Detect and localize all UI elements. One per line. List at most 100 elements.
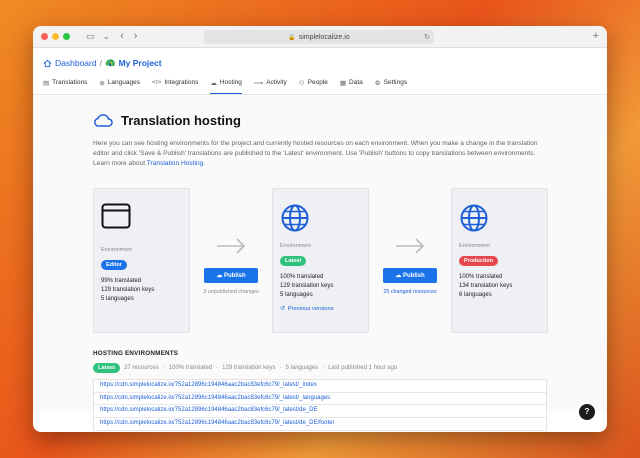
page-title-text: Translation hosting xyxy=(121,112,241,128)
languages-count: 5 languages xyxy=(285,365,319,371)
tab-label: Settings xyxy=(383,79,408,86)
status-badge: Editor xyxy=(101,260,127,270)
history-icon: ↺ xyxy=(280,306,285,312)
browser-window: ▭ ⌄ ‹ › 🔒 simplelocalize.io ↻ + Dashboar… xyxy=(33,26,607,432)
publish-latest-to-production: ☁ Publish 25 changed resources xyxy=(369,188,451,333)
tab-label: Hosting xyxy=(219,79,242,86)
people-icon: ⚇ xyxy=(298,80,305,87)
translated-percent: 100% translated xyxy=(459,274,503,280)
languages-count: 6 languages xyxy=(459,292,492,298)
unpublished-changes-note: 3 unpublished changes xyxy=(203,289,259,295)
project-emoji-icon: 🦚 xyxy=(104,57,116,68)
translated-percent: 100% translated xyxy=(280,274,324,280)
breadcrumb: Dashboard / 🦚 My Project xyxy=(43,56,597,70)
reload-icon[interactable]: ↻ xyxy=(424,33,430,41)
publish-to-production-button[interactable]: ☁ Publish xyxy=(383,268,437,283)
tab-settings[interactable]: ⚙ Settings xyxy=(375,76,407,94)
translations-icon: ▤ xyxy=(43,80,50,87)
browser-titlebar: ▭ ⌄ ‹ › 🔒 simplelocalize.io ↻ + xyxy=(33,26,607,48)
resource-url-link[interactable]: https://cdn.simplelocalize.io/752a12896c… xyxy=(94,380,546,393)
browser-window-icon xyxy=(101,203,131,229)
publish-button-label: Publish xyxy=(224,273,246,279)
translated-percent: 100% translated xyxy=(168,365,213,371)
back-icon[interactable]: ‹ xyxy=(120,31,124,42)
translation-keys-count: 134 translation keys xyxy=(459,283,513,289)
project-nav: ▤ Translations ⊕ Languages </> Integrations… xyxy=(43,76,597,94)
translation-keys-count: 129 translation keys xyxy=(101,287,155,293)
new-tab-icon[interactable]: + xyxy=(593,30,599,42)
chevron-down-icon[interactable]: ⌄ xyxy=(103,32,111,41)
tab-data[interactable]: ▦ Data xyxy=(340,76,363,94)
home-icon xyxy=(43,59,52,67)
address-bar[interactable]: 🔒 simplelocalize.io ↻ xyxy=(204,30,434,44)
code-icon: </> xyxy=(151,79,162,86)
lock-icon: 🔒 xyxy=(288,34,296,41)
close-window-button[interactable] xyxy=(41,33,48,40)
page-description: Here you can see hosting environments fo… xyxy=(93,139,549,169)
breadcrumb-dashboard-link[interactable]: Dashboard xyxy=(55,58,97,68)
resource-url-list: https://cdn.simplelocalize.io/752a12896c… xyxy=(93,379,547,431)
cloud-icon xyxy=(94,114,113,127)
main-content: Translation hosting Here you can see hos… xyxy=(33,95,607,431)
gear-icon: ⚙ xyxy=(374,80,381,87)
status-badge: Production xyxy=(459,256,499,266)
app-header: Dashboard / 🦚 My Project ▤ Translations ⊕… xyxy=(33,48,607,95)
tab-languages[interactable]: ⊕ Languages xyxy=(99,76,140,94)
languages-icon: ⊕ xyxy=(99,80,105,87)
forward-icon[interactable]: › xyxy=(134,31,138,42)
resource-url-link[interactable]: https://cdn.simplelocalize.io/752a12896c… xyxy=(94,417,546,430)
arrow-right-icon xyxy=(396,238,425,254)
description-end: . xyxy=(203,160,206,167)
breadcrumb-project-link[interactable]: My Project xyxy=(119,58,162,68)
publish-button-label: Publish xyxy=(403,273,425,279)
hosting-docs-link[interactable]: Translation Hosting xyxy=(147,160,204,167)
resource-url-link[interactable]: https://cdn.simplelocalize.io/752a12896c… xyxy=(94,392,546,405)
environment-card-editor: Environment Editor 99% translated 129 tr… xyxy=(93,188,190,333)
address-text: simplelocalize.io xyxy=(298,33,350,41)
previous-versions-link[interactable]: ↺ Previous versions xyxy=(280,306,361,312)
separator-dot: · xyxy=(216,365,219,371)
status-badge: Latest xyxy=(93,363,121,373)
cloud-upload-icon: ☁ xyxy=(395,273,402,279)
tab-label: People xyxy=(307,79,328,86)
cloud-icon: ☁ xyxy=(210,80,217,87)
page-title: Translation hosting xyxy=(93,111,547,129)
section-heading: HOSTING ENVIRONMENTS xyxy=(93,350,179,357)
environment-label: Environment xyxy=(280,243,311,249)
sidebar-toggle-icon[interactable]: ▭ xyxy=(86,32,95,41)
arrow-right-icon xyxy=(217,238,246,254)
tab-label: Activity xyxy=(266,79,287,86)
translated-percent: 99% translated xyxy=(101,278,142,284)
maximize-window-button[interactable] xyxy=(63,33,70,40)
separator-dot: · xyxy=(322,365,325,371)
tab-integrations[interactable]: </> Integrations xyxy=(152,76,198,94)
changed-resources-link[interactable]: 25 changed resources xyxy=(369,289,451,295)
breadcrumb-separator: / xyxy=(99,58,102,68)
tab-label: Translations xyxy=(52,79,88,86)
activity-icon: ⟿ xyxy=(253,80,264,87)
tab-label: Data xyxy=(349,79,363,86)
separator-dot: · xyxy=(279,365,282,371)
status-badge: Latest xyxy=(280,256,307,266)
publish-to-latest-button[interactable]: ☁ Publish xyxy=(204,268,258,283)
hosting-environments-section: HOSTING ENVIRONMENTS Latest 37 resources… xyxy=(93,350,547,431)
environment-label: Environment xyxy=(459,243,490,249)
resources-count: 37 resources xyxy=(124,365,159,371)
languages-count: 5 languages xyxy=(101,296,134,302)
tab-hosting[interactable]: ☁ Hosting xyxy=(210,76,242,94)
translation-keys-count: 129 translation keys xyxy=(222,365,276,371)
tab-people[interactable]: ⚇ People xyxy=(299,76,328,94)
resource-url-link[interactable]: https://cdn.simplelocalize.io/752a12896c… xyxy=(94,405,546,418)
tab-activity[interactable]: ⟿ Activity xyxy=(254,76,287,94)
tab-label: Languages xyxy=(107,79,140,86)
environment-label: Environment xyxy=(101,247,132,253)
globe-icon xyxy=(281,204,309,232)
minimize-window-button[interactable] xyxy=(52,33,59,40)
globe-icon xyxy=(460,204,488,232)
environment-summary: Latest 37 resources · 100% translated · … xyxy=(93,363,547,373)
tab-translations[interactable]: ▤ Translations xyxy=(43,76,87,94)
previous-versions-label: Previous versions xyxy=(287,306,334,312)
environment-flow: Environment Editor 99% translated 129 tr… xyxy=(93,188,549,333)
help-button[interactable]: ? xyxy=(579,404,595,420)
languages-count: 5 languages xyxy=(280,292,313,298)
